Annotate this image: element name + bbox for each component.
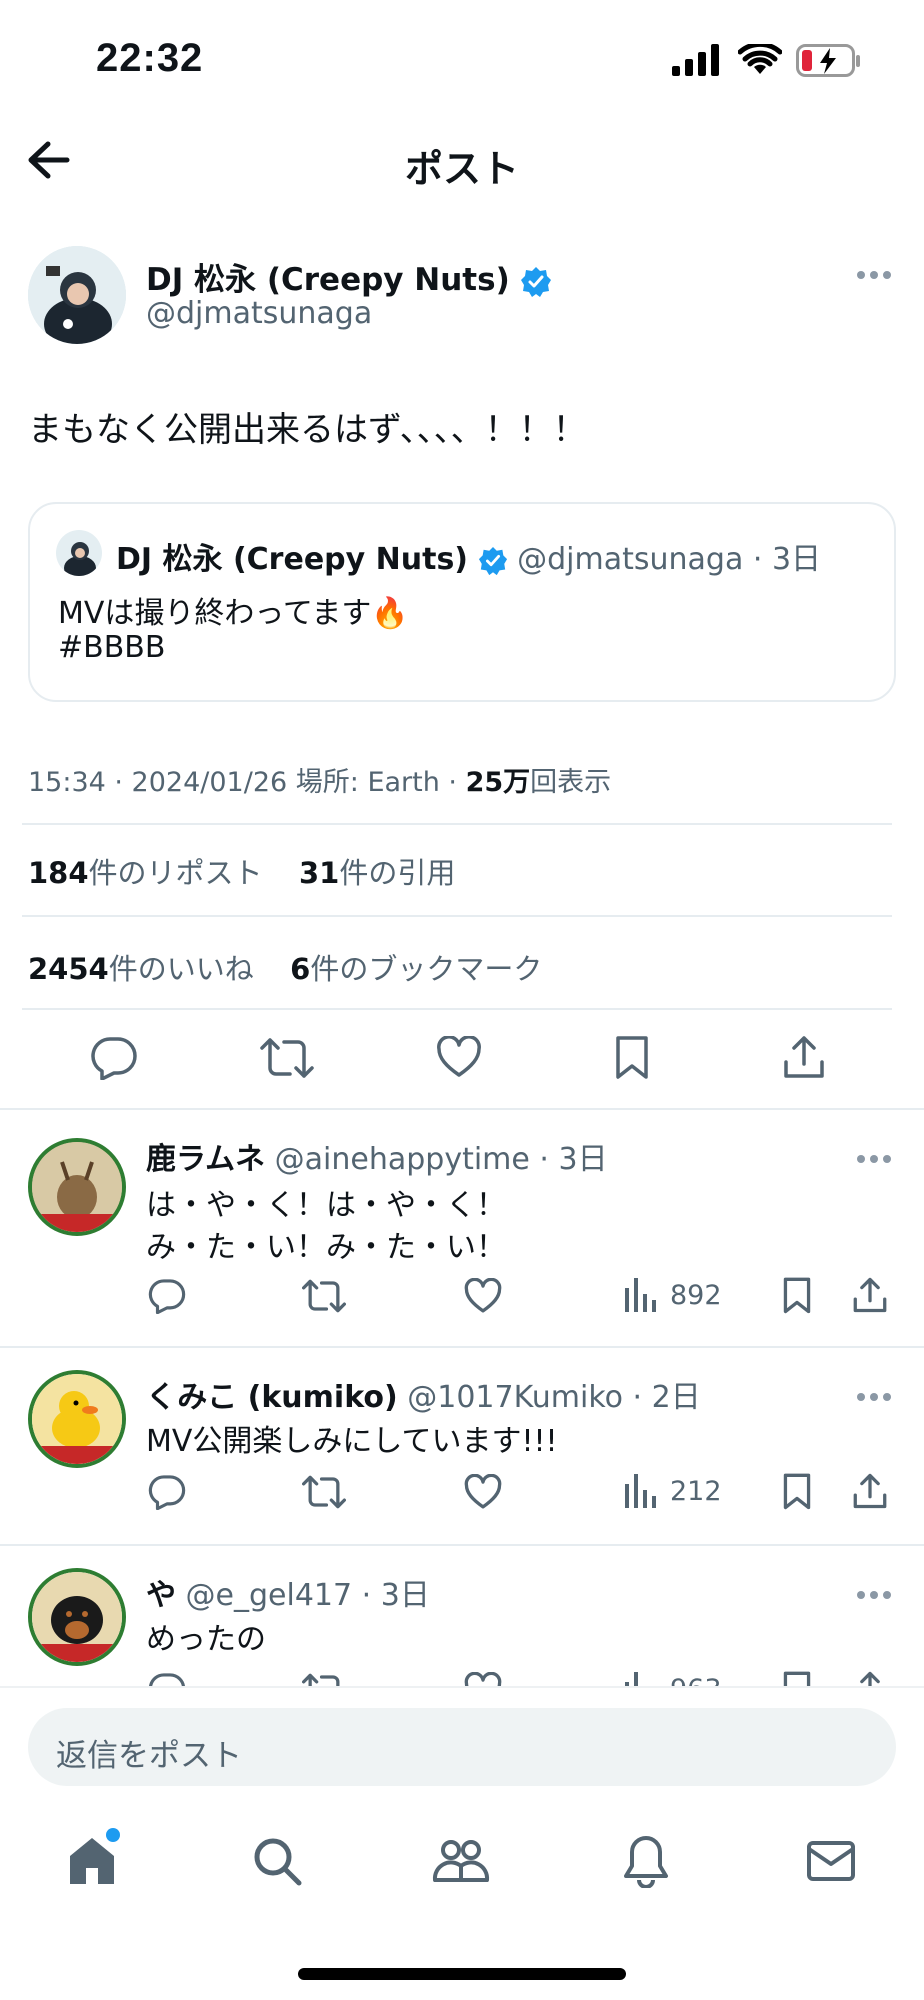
reply-time: · 2日: [632, 1380, 701, 1415]
reply-item[interactable]: や @e_gel417 · 3日 めったの 963: [0, 1546, 924, 1686]
bookmark-icon[interactable]: [782, 1472, 812, 1510]
reply-avatar[interactable]: [28, 1568, 126, 1666]
views-chart-icon[interactable]: [624, 1670, 658, 1686]
notification-dot: [106, 1828, 120, 1842]
bookmark-icon[interactable]: [782, 1276, 812, 1314]
quoted-post[interactable]: DJ 松永 (Creepy Nuts) @djmatsunaga · 3日 MV…: [28, 502, 896, 702]
view-count: 963: [670, 1674, 722, 1686]
author-name[interactable]: DJ 松永 (Creepy Nuts): [146, 262, 510, 298]
status-time: 22:32: [96, 36, 204, 80]
reply-icon[interactable]: [148, 1278, 186, 1314]
quote-handle: @djmatsunaga: [517, 542, 744, 577]
notifications-bell-icon[interactable]: [622, 1834, 670, 1888]
repost-icon[interactable]: [260, 1036, 314, 1080]
wifi-icon: [738, 44, 782, 76]
reply-author-name[interactable]: くみこ (kumiko): [146, 1380, 398, 1415]
reply-author-name[interactable]: や: [146, 1578, 176, 1613]
like-heart-icon[interactable]: [464, 1278, 502, 1314]
reply-text-line: み・た・い！み・た・い！: [146, 1230, 506, 1265]
view-label: 回表示: [530, 767, 612, 798]
reply-time: · 3日: [539, 1142, 608, 1177]
more-options-icon[interactable]: [856, 1392, 892, 1402]
reply-handle[interactable]: @e_gel417: [186, 1578, 353, 1613]
quote-label[interactable]: 件の引用: [339, 856, 455, 890]
reply-time: · 3日: [361, 1578, 430, 1613]
signal-icon: [672, 44, 722, 76]
share-icon[interactable]: [852, 1276, 888, 1314]
bookmark-icon[interactable]: [614, 1034, 650, 1080]
avatar[interactable]: [28, 246, 126, 344]
share-icon[interactable]: [782, 1034, 826, 1080]
quote-time: · 3日: [752, 542, 822, 577]
post-text: まもなく公開出来るはず、、、、！！！: [28, 410, 587, 450]
like-heart-icon[interactable]: [464, 1672, 502, 1686]
more-options-icon[interactable]: [856, 270, 892, 280]
reply-text-line: めったの: [146, 1622, 266, 1657]
messages-mail-icon[interactable]: [806, 1840, 856, 1882]
repost-icon[interactable]: [302, 1474, 346, 1510]
quote-author-row: DJ 松永 (Creepy Nuts) @djmatsunaga · 3日: [116, 534, 821, 578]
reply-item[interactable]: 鹿ラムネ @ainehappytime · 3日 は・や・く！は・や・く！ み・…: [0, 1110, 924, 1346]
reply-handle[interactable]: @1017Kumiko: [407, 1380, 623, 1415]
reply-avatar[interactable]: [28, 1138, 126, 1236]
repost-icon[interactable]: [302, 1278, 346, 1314]
reply-text-line: は・や・く！は・や・く！: [146, 1188, 506, 1223]
repost-icon[interactable]: [302, 1672, 346, 1686]
view-count: 212: [670, 1476, 722, 1507]
share-icon[interactable]: [852, 1670, 888, 1686]
post-timestamp: 15:34 · 2024/01/26 場所: Earth ·: [28, 767, 466, 798]
verified-badge-icon: [520, 266, 552, 298]
reply-item[interactable]: くみこ (kumiko) @1017Kumiko · 2日 MV公開楽しみにして…: [0, 1348, 924, 1544]
reply-header: や @e_gel417 · 3日: [146, 1570, 430, 1614]
more-options-icon[interactable]: [856, 1590, 892, 1600]
reply-author-name[interactable]: 鹿ラムネ: [146, 1142, 265, 1177]
reply-header: 鹿ラムネ @ainehappytime · 3日: [146, 1134, 608, 1178]
stats-row-2: 2454件のいいね 6件のブックマーク: [28, 946, 542, 988]
reply-avatar[interactable]: [28, 1370, 126, 1468]
like-heart-icon[interactable]: [464, 1474, 502, 1510]
quote-line-1: MVは撮り終わってます🔥: [58, 596, 409, 631]
bookmark-icon[interactable]: [782, 1670, 812, 1686]
post-meta: 15:34 · 2024/01/26 場所: Earth · 25万回表示: [28, 760, 611, 799]
quote-author-name: DJ 松永 (Creepy Nuts): [116, 542, 469, 577]
views-chart-icon[interactable]: [624, 1276, 658, 1312]
home-indicator: [298, 1968, 626, 1980]
repost-count[interactable]: 184: [28, 856, 89, 890]
reply-icon[interactable]: [90, 1036, 138, 1080]
author-handle[interactable]: @djmatsunaga: [146, 296, 372, 331]
share-icon[interactable]: [852, 1472, 888, 1510]
reply-icon[interactable]: [148, 1672, 186, 1686]
quote-avatar: [56, 530, 102, 576]
home-icon[interactable]: [66, 1834, 118, 1886]
quote-count[interactable]: 31: [299, 856, 339, 890]
communities-icon[interactable]: [432, 1836, 490, 1886]
reply-header: くみこ (kumiko) @1017Kumiko · 2日: [146, 1372, 701, 1416]
bookmark-count[interactable]: 6: [290, 952, 310, 986]
author-row: DJ 松永 (Creepy Nuts): [146, 254, 552, 299]
reply-input[interactable]: 返信をポスト: [28, 1708, 896, 1786]
quote-hashtag[interactable]: #BBBB: [58, 630, 165, 665]
reply-handle[interactable]: @ainehappytime: [275, 1142, 530, 1177]
like-count[interactable]: 2454: [28, 952, 109, 986]
views-chart-icon[interactable]: [624, 1472, 658, 1508]
like-label[interactable]: 件のいいね: [109, 952, 254, 986]
verified-badge-icon: [478, 546, 508, 576]
page-title: ポスト: [404, 147, 519, 191]
repost-label[interactable]: 件のリポスト: [89, 856, 263, 890]
view-count: 892: [670, 1280, 722, 1311]
view-count: 25万: [465, 767, 531, 798]
more-options-icon[interactable]: [856, 1154, 892, 1164]
battery-icon: [796, 44, 862, 78]
stats-row-1: 184件のリポスト 31件の引用: [28, 850, 455, 892]
bookmark-label[interactable]: 件のブックマーク: [310, 952, 542, 986]
reply-icon[interactable]: [148, 1474, 186, 1510]
reply-text-line: MV公開楽しみにしています!!!: [146, 1424, 558, 1459]
search-icon[interactable]: [252, 1836, 302, 1886]
like-heart-icon[interactable]: [436, 1036, 482, 1078]
